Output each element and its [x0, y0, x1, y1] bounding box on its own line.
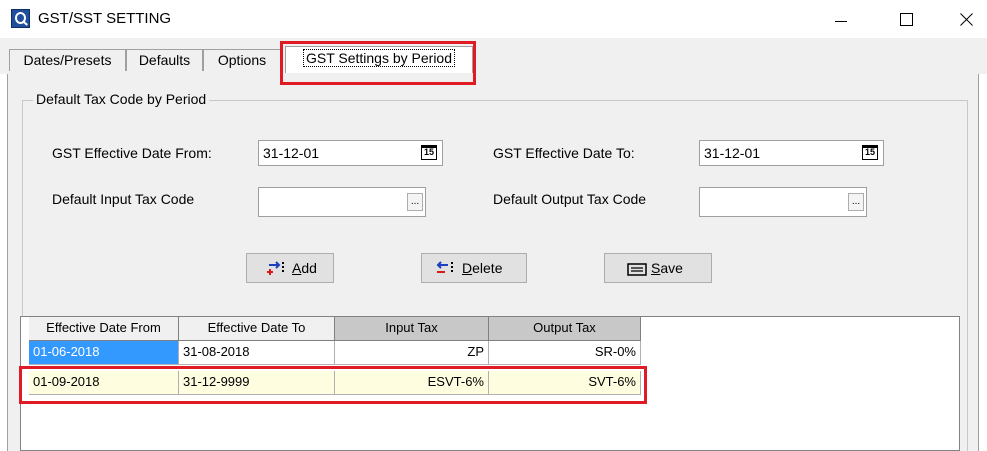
column-header-output-tax[interactable]: Output Tax [489, 317, 641, 341]
date-to-label: GST Effective Date To: [493, 145, 635, 161]
cell-date-to[interactable]: 31-08-2018 [179, 341, 335, 365]
save-button-label: Save [651, 260, 683, 276]
date-to-value: 31-12-01 [704, 145, 761, 161]
close-button[interactable] [944, 6, 987, 34]
save-icon [627, 263, 647, 276]
add-button[interactable]: Add [246, 253, 334, 283]
maximize-button[interactable] [883, 6, 929, 34]
date-to-field[interactable]: 31-12-01 15 [699, 140, 884, 166]
tab-defaults[interactable]: Defaults [126, 49, 203, 71]
column-header-input-tax[interactable]: Input Tax [335, 317, 489, 341]
calendar-icon[interactable]: 15 [421, 145, 437, 160]
tab-dates-presets[interactable]: Dates/Presets [9, 49, 126, 71]
app-icon [11, 9, 30, 28]
cell-date-from[interactable]: 01-06-2018 [29, 341, 179, 365]
input-tax-field[interactable]: ... [258, 187, 426, 217]
title-bar: GST/SST SETTING [0, 0, 987, 38]
add-button-label: Add [292, 260, 317, 276]
group-box-title: Default Tax Code by Period [33, 91, 210, 107]
delete-row-icon [436, 261, 453, 274]
minimize-button[interactable] [819, 6, 865, 34]
tab-strip: Dates/Presets Defaults Options GST Setti… [0, 38, 987, 74]
cell-input-tax[interactable]: ZP [335, 341, 489, 365]
cell-output-tax[interactable]: SR-0% [489, 341, 641, 365]
date-from-label: GST Effective Date From: [52, 145, 212, 161]
calendar-icon[interactable]: 15 [862, 145, 878, 160]
output-tax-label: Default Output Tax Code [493, 191, 647, 207]
tab-options[interactable]: Options [203, 49, 281, 71]
column-header-effective-date-to[interactable]: Effective Date To [179, 317, 335, 341]
add-row-icon [267, 261, 284, 275]
delete-button-label: Delete [462, 260, 503, 276]
delete-button[interactable]: Delete [421, 253, 527, 283]
window-title: GST/SST SETTING [38, 10, 172, 27]
date-from-field[interactable]: 31-12-01 15 [258, 140, 443, 166]
ellipsis-icon[interactable]: ... [848, 193, 864, 211]
column-header-effective-date-from[interactable]: Effective Date From [29, 317, 179, 341]
date-from-value: 31-12-01 [263, 145, 320, 161]
input-tax-label: Default Input Tax Code [52, 191, 195, 207]
tab-highlight-annotation [280, 41, 476, 85]
save-button[interactable]: Save [604, 253, 712, 283]
output-tax-field[interactable]: ... [699, 187, 867, 217]
row-highlight-annotation [19, 366, 647, 404]
ellipsis-icon[interactable]: ... [407, 193, 423, 211]
